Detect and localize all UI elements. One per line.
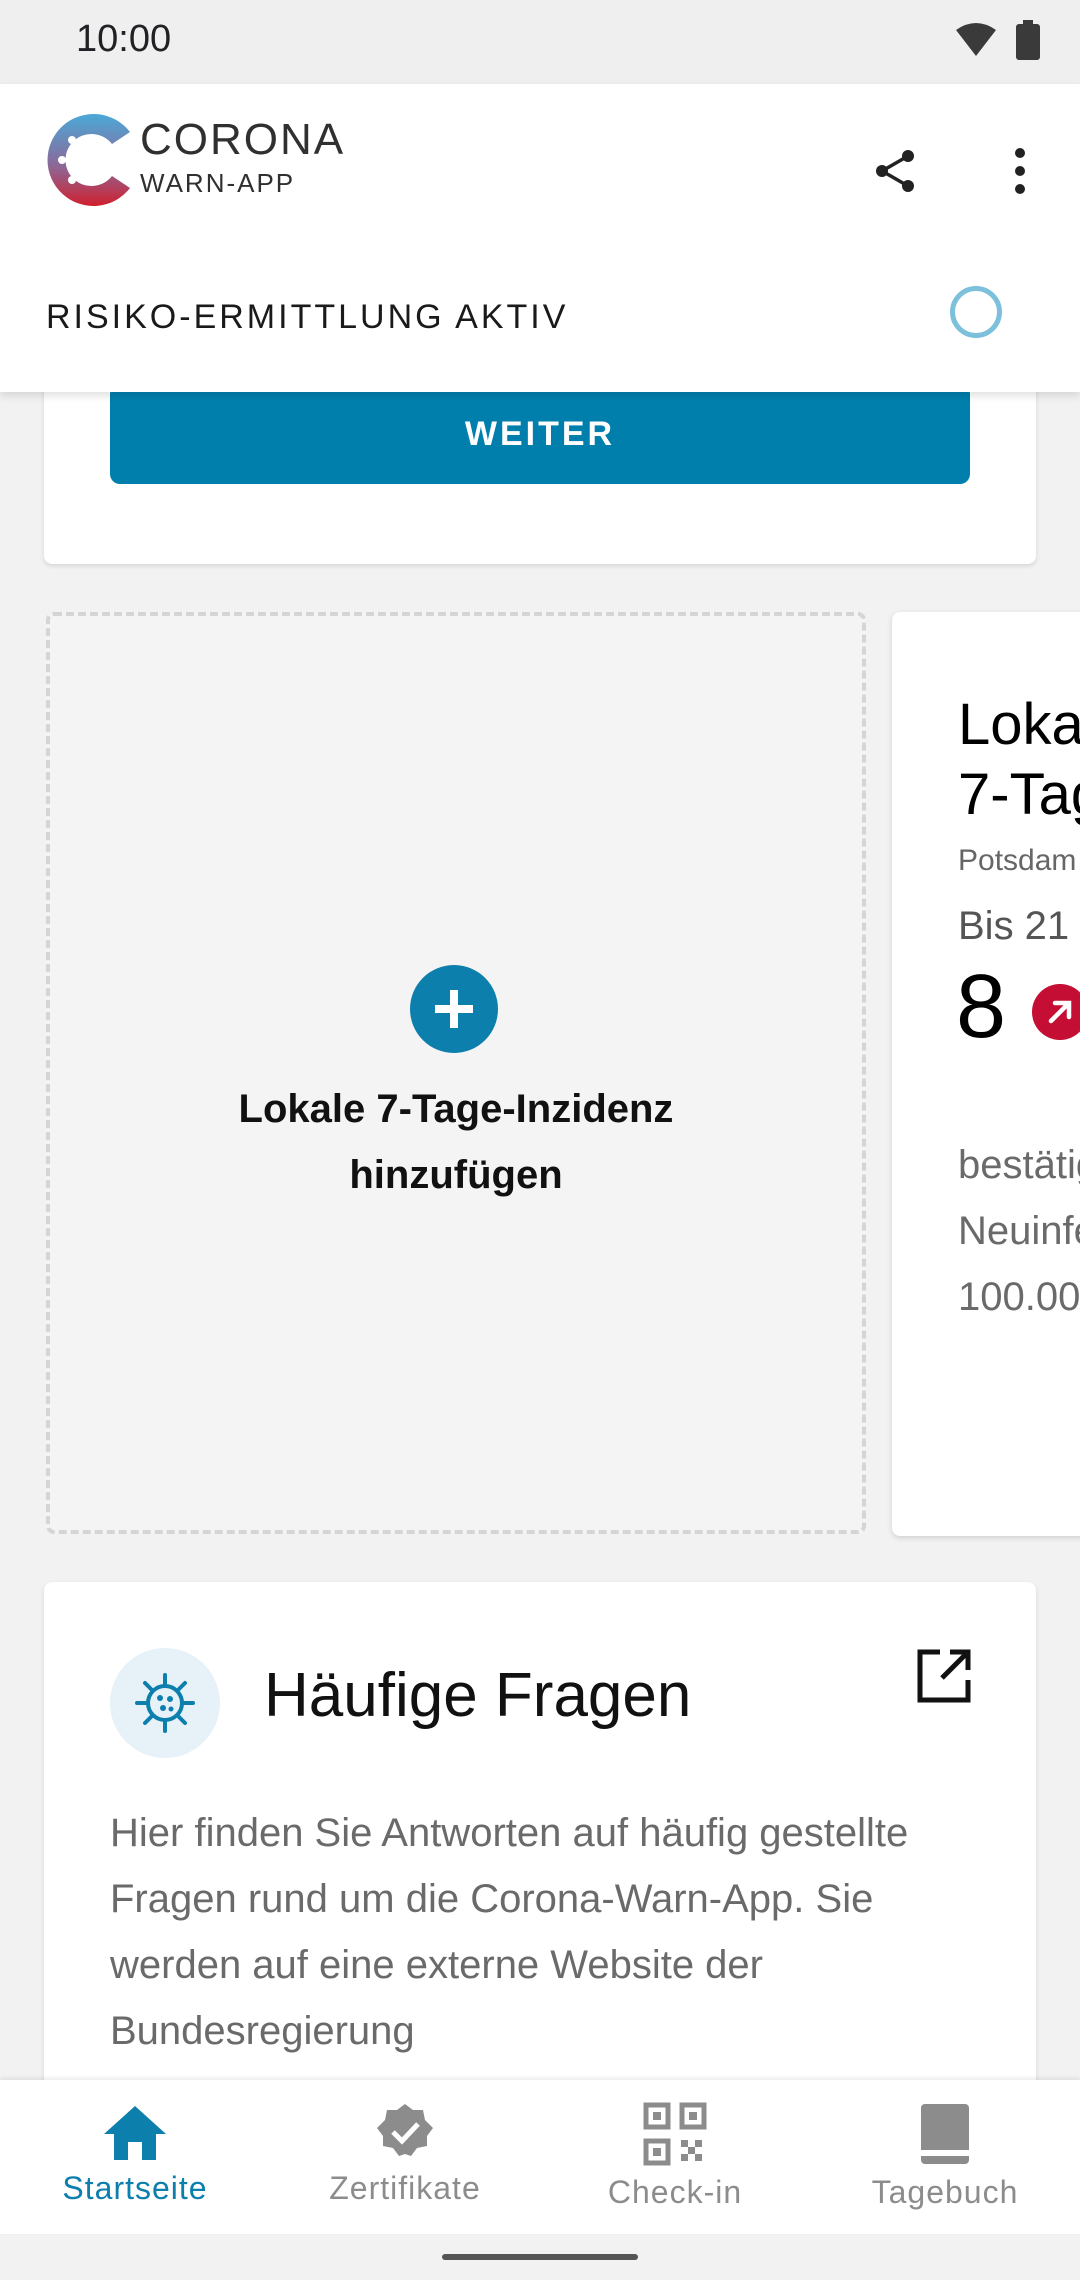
add-incidence-card[interactable] (46, 612, 866, 1534)
incidence-title-line1: Lokale (958, 692, 1080, 757)
app-header: CORONA WARN-APP RISIKO-ERMITTLUNG AKTIV (0, 84, 1080, 392)
nav-label: Tagebuch (871, 2174, 1019, 2210)
nav-label: Zertifikate (329, 2170, 481, 2206)
incidence-desc-line2: Neuinfektionen (958, 1209, 1080, 1253)
incidence-desc-line3: 100.000 (958, 1275, 1080, 1319)
status-time: 10:00 (76, 18, 172, 60)
plus-icon (435, 990, 473, 1028)
incidence-title: Lokale 7-Tage-Inzidenz (958, 690, 1080, 830)
add-incidence-label-line1: Lokale 7-Tage-Inzidenz (238, 1087, 674, 1131)
add-icon[interactable] (410, 965, 498, 1053)
virus-icon (110, 1648, 220, 1758)
add-incidence-label-line2: hinzufügen (349, 1153, 563, 1197)
incidence-desc-line1: bestätigte (958, 1143, 1080, 1187)
more-options-button[interactable] (990, 136, 1050, 206)
incidence-value: 8 (956, 957, 1007, 1057)
book-icon (921, 2104, 969, 2164)
incidence-title-line2: 7-Tage-Inzidenz (958, 762, 1080, 827)
weiter-button[interactable]: WEITER (110, 384, 970, 484)
share-icon (876, 150, 914, 192)
nav-label: Startseite (62, 2170, 208, 2206)
incidence-place: Potsdam (958, 844, 1077, 877)
qr-code-icon (643, 2102, 707, 2166)
risk-status-row: RISIKO-ERMITTLUNG AKTIV (0, 280, 1080, 364)
open-in-new-icon[interactable] (914, 1646, 974, 1706)
gesture-handle[interactable] (442, 2254, 638, 2260)
faq-description: Hier finden Sie Antworten auf häufig ges… (110, 1811, 909, 2053)
system-icons (954, 20, 1040, 60)
faq-card[interactable]: Häufige Fragen Hier finden Sie Antworten… (44, 1582, 1036, 2122)
incidence-description: bestätigte Neuinfektionen 100.000 (958, 1132, 1080, 1330)
risk-status-label: RISIKO-ERMITTLUNG AKTIV (46, 298, 569, 336)
nav-tagebuch[interactable]: Tagebuch (810, 2080, 1080, 2234)
certificate-icon (377, 2104, 433, 2156)
nav-check-in[interactable]: Check-in (540, 2080, 810, 2234)
battery-icon (1016, 20, 1040, 60)
bottom-navigation: Startseite Zertifikate Check-in Tagebuch (0, 2080, 1080, 2234)
app-name-line2: WARN-APP (140, 168, 296, 198)
local-incidence-card[interactable]: Lokale 7-Tage-Inzidenz Potsdam Bis 21 8 … (892, 612, 1080, 1536)
trend-up-icon (1032, 984, 1080, 1040)
incidence-date: Bis 21 (958, 904, 1070, 948)
status-bar: 10:00 (0, 0, 1080, 84)
nav-zertifikate[interactable]: Zertifikate (270, 2080, 540, 2234)
faq-title: Häufige Fragen (264, 1661, 692, 1730)
corona-warn-app-logo (47, 113, 131, 206)
nav-startseite[interactable]: Startseite (0, 2080, 270, 2234)
nav-label: Check-in (607, 2174, 743, 2210)
gesture-bar (0, 2234, 1080, 2280)
home-icon (104, 2106, 166, 2160)
add-incidence-label[interactable]: Lokale 7-Tage-Inzidenz hinzufügen (46, 1076, 866, 1208)
wifi-icon (956, 23, 996, 56)
loading-spinner-icon (950, 286, 1002, 338)
more-vert-icon (1015, 148, 1025, 194)
share-button[interactable] (860, 136, 930, 206)
app-name: CORONA WARN-APP (140, 118, 345, 199)
app-name-line1: CORONA (140, 115, 346, 164)
